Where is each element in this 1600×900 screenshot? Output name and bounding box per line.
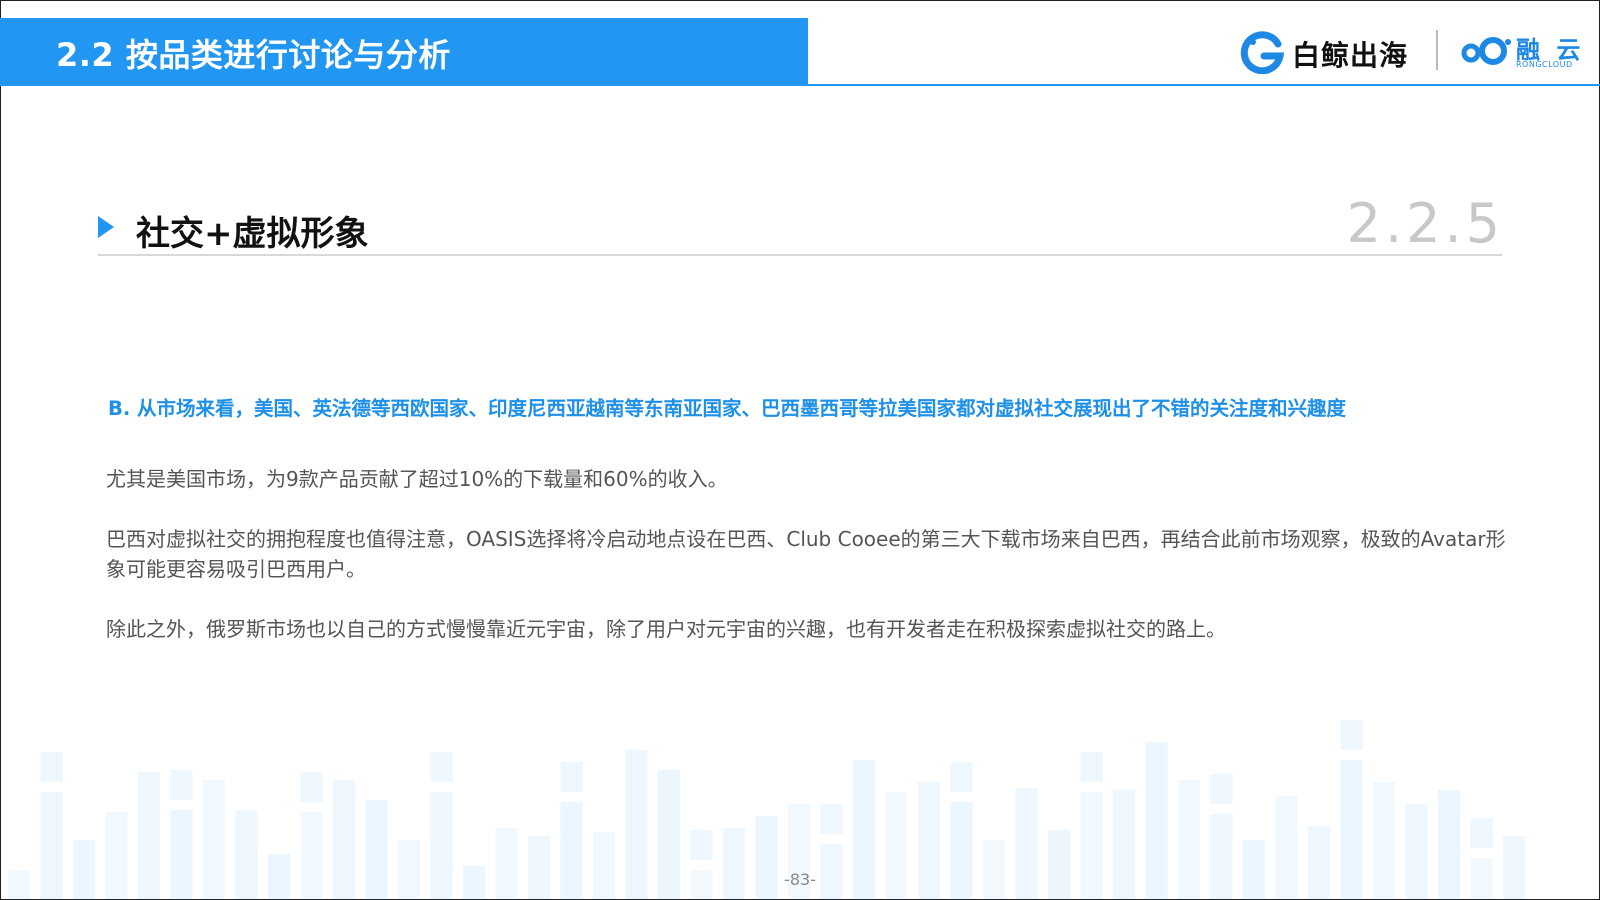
skyline-bar [723,828,745,900]
skyline-cap [430,752,453,782]
skyline-bar [1048,830,1070,900]
skyline-cap [1210,774,1233,804]
section-number: 2.2.5 [1346,192,1504,255]
skyline-cap [950,762,973,792]
skyline-bar [528,836,550,900]
header-title: 2.2 按品类进行讨论与分析 [56,36,451,74]
logo-divider [1436,30,1438,70]
skyline-bar [495,828,518,900]
skyline-bar [1503,836,1525,900]
skyline-cap [820,804,843,834]
paragraph-2: 巴西对虚拟社交的拥抱程度也值得注意，OASIS选择将冷启动地点设在巴西、Club… [106,527,1506,581]
baijing-logo-icon [1240,31,1284,74]
skyline-cap [560,762,583,792]
section-title: 社交+虚拟形象 [136,214,369,254]
page-number: -83- [784,870,816,889]
paragraph-3: 除此之外，俄罗斯市场也以自己的方式慢慢靠近元宇宙，除了用户对元宇宙的兴趣，也有开… [106,617,1226,641]
skyline-cap [1340,720,1363,750]
skyline-cap [1470,818,1493,848]
baijing-logo-text: 白鲸出海 [1292,39,1409,72]
skyline-cap [690,830,713,860]
rongcloud-logo-icon [1461,37,1511,65]
triangle-marker-icon [98,216,114,238]
skyline-bar [593,832,615,900]
rongcloud-logo-subtext: RONGCLOUD [1516,60,1573,69]
section-divider [98,254,1502,256]
skyline-cap [300,772,323,802]
skyline-cap [170,770,193,800]
skyline-cap [1080,752,1103,782]
highlight-statement: B. 从市场来看，美国、英法德等西欧国家、印度尼西亚越南等东南亚国家、巴西墨西哥… [108,397,1347,420]
skyline-cap [40,752,63,782]
paragraph-1: 尤其是美国市场，为9款产品贡献了超过10%的下载量和60%的收入。 [106,467,728,491]
header-underline [808,84,1600,86]
